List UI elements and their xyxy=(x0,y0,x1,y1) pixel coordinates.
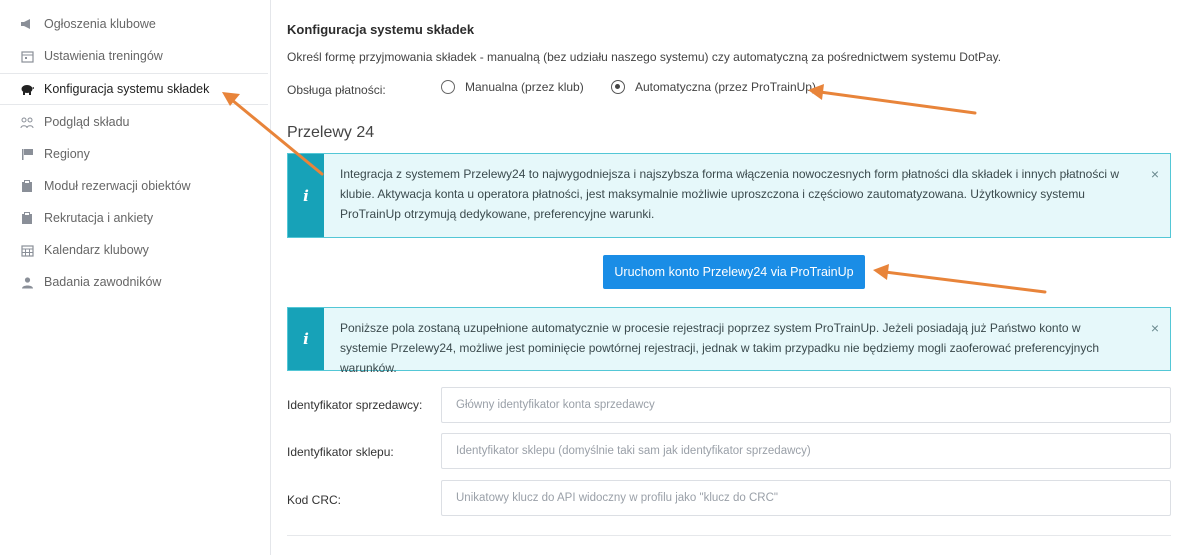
megaphone-icon xyxy=(20,17,34,31)
close-icon[interactable]: × xyxy=(1140,154,1170,237)
crc-code-input[interactable]: Unikatowy klucz do API widoczny w profil… xyxy=(441,480,1171,516)
calendar-icon xyxy=(20,49,34,63)
sidebar-item-label: Rekrutacja i ankiety xyxy=(44,211,154,225)
sidebar-item-label: Ogłoszenia klubowe xyxy=(44,17,156,31)
divider xyxy=(287,535,1171,536)
info-icon: i xyxy=(288,154,324,237)
payment-method-label: Obsługa płatności: xyxy=(287,83,386,97)
sidebar-item-facility-booking[interactable]: Moduł rezerwacji obiektów xyxy=(0,170,268,202)
merchant-id-input[interactable]: Główny identyfikator konta sprzedawcy xyxy=(441,387,1171,423)
sidebar-item-fees-config[interactable]: Konfiguracja systemu składek xyxy=(0,73,268,105)
merchant-id-label: Identyfikator sprzedawcy: xyxy=(287,398,423,412)
info-alert-integration: i Integracja z systemem Przelewy24 to na… xyxy=(287,153,1171,238)
activate-przelewy24-button[interactable]: Uruchom konto Przelewy24 via ProTrainUp xyxy=(603,255,865,289)
clipboard-icon xyxy=(20,211,34,225)
user-icon xyxy=(20,275,34,289)
alert-text: Poniższe pola zostaną uzupełnione automa… xyxy=(340,321,1099,375)
sidebar-item-club-calendar[interactable]: Kalendarz klubowy xyxy=(0,234,268,266)
users-icon xyxy=(20,115,34,129)
sidebar: Ogłoszenia klubowe Ustawienia treningów … xyxy=(0,0,271,555)
close-icon[interactable]: × xyxy=(1140,308,1170,370)
radio-checked-icon xyxy=(611,80,625,94)
crc-code-label: Kod CRC: xyxy=(287,493,342,507)
sidebar-item-label: Ustawienia treningów xyxy=(44,49,163,63)
sidebar-item-label: Podgląd składu xyxy=(44,115,130,129)
sidebar-item-label: Moduł rezerwacji obiektów xyxy=(44,179,191,193)
page-description: Określ formę przyjmowania składek - manu… xyxy=(287,50,1002,64)
page-title: Konfiguracja systemu składek xyxy=(287,22,475,37)
sidebar-item-label: Regiony xyxy=(44,147,90,161)
main-content: Konfiguracja systemu składek Określ form… xyxy=(271,0,1183,555)
radio-manual-label: Manualna (przez klub) xyxy=(465,80,584,94)
sidebar-item-label: Konfiguracja systemu składek xyxy=(44,82,210,96)
alert-text: Integracja z systemem Przelewy24 to najw… xyxy=(340,167,1120,221)
sidebar-item-announcements[interactable]: Ogłoszenia klubowe xyxy=(0,8,268,40)
shop-id-input[interactable]: Identyfikator sklepu (domyślnie taki sam… xyxy=(441,433,1171,469)
radio-automatic[interactable]: Automatyczna (przez ProTrainUp) xyxy=(611,80,816,94)
radio-circle-icon xyxy=(441,80,455,94)
radio-manual[interactable]: Manualna (przez klub) xyxy=(441,80,584,94)
sidebar-item-label: Kalendarz klubowy xyxy=(44,243,149,257)
sidebar-item-squad-preview[interactable]: Podgląd składu xyxy=(0,106,268,138)
piggy-bank-icon xyxy=(20,82,34,96)
sidebar-item-regions[interactable]: Regiony xyxy=(0,138,268,170)
calendar-grid-icon xyxy=(20,243,34,257)
sidebar-item-training-settings[interactable]: Ustawienia treningów xyxy=(0,40,268,72)
sidebar-item-recruitment[interactable]: Rekrutacja i ankiety xyxy=(0,202,268,234)
section-title: Przelewy 24 xyxy=(287,124,375,141)
clipboard-icon xyxy=(20,179,34,193)
shop-id-label: Identyfikator sklepu: xyxy=(287,445,394,459)
flag-icon xyxy=(20,147,34,161)
sidebar-item-player-tests[interactable]: Badania zawodników xyxy=(0,266,268,298)
info-alert-autofill: i Poniższe pola zostaną uzupełnione auto… xyxy=(287,307,1171,375)
info-icon: i xyxy=(288,308,324,370)
sidebar-item-label: Badania zawodników xyxy=(44,275,162,289)
radio-automatic-label: Automatyczna (przez ProTrainUp) xyxy=(635,80,816,94)
